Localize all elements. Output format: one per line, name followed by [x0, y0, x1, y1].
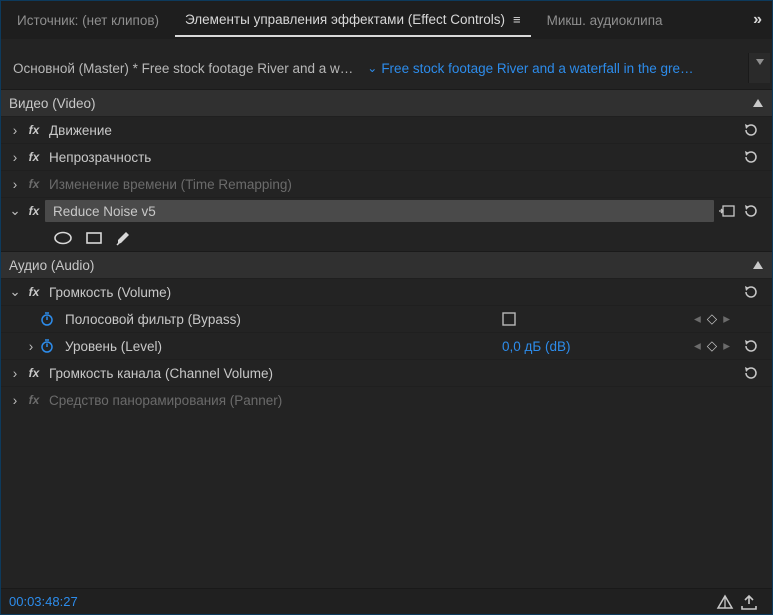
fx-motion[interactable]: › fx Движение [1, 116, 772, 143]
breadcrumb-master[interactable]: Основной (Master) * Free stock footage R… [3, 61, 363, 76]
breadcrumb-clip-label: Free stock footage River and a waterfall… [381, 61, 693, 76]
reset-icon[interactable] [742, 337, 772, 355]
breadcrumb: Основной (Master) * Free stock footage R… [3, 53, 770, 83]
level-value[interactable]: 0,0 дБ (dB) [502, 339, 682, 354]
section-video: Видео (Video) [1, 89, 772, 116]
breadcrumb-clip[interactable]: ⌄ Free stock footage River and a waterfa… [363, 61, 748, 76]
fx-channel-volume-label: Громкость канала (Channel Volume) [45, 366, 742, 381]
timeline-gutter[interactable] [748, 53, 770, 83]
collapse-audio-icon[interactable] [752, 259, 764, 271]
effect-controls-panel: Источник: (нет клипов) Элементы управлен… [0, 0, 773, 615]
fx-toggle-icon[interactable]: fx [23, 393, 45, 407]
next-keyframe-icon[interactable]: ▸ [723, 338, 730, 354]
panel-menu-icon[interactable]: ≡ [513, 12, 521, 27]
reset-icon[interactable] [742, 364, 772, 382]
playhead-icon [749, 53, 771, 81]
param-bypass-label: Полосовой фильтр (Bypass) [61, 312, 502, 327]
chevron-right-icon[interactable]: › [7, 366, 23, 381]
section-audio-label: Аудио (Audio) [9, 258, 752, 273]
param-level-label: Уровень (Level) [61, 339, 502, 354]
fx-toggle-icon[interactable]: fx [23, 150, 45, 164]
reset-icon[interactable] [742, 283, 772, 301]
fx-volume-label: Громкость (Volume) [45, 285, 742, 300]
keyframe-nav: ◂ ◇ ▸ [682, 338, 742, 354]
reset-icon[interactable] [742, 121, 772, 139]
fx-toggle-icon[interactable]: fx [23, 177, 45, 191]
chevron-right-icon[interactable]: › [7, 150, 23, 165]
timecode[interactable]: 00:03:48:27 [9, 594, 716, 609]
stopwatch-icon[interactable] [39, 338, 61, 354]
tab-effect-controls-label: Элементы управления эффектами (Effect Co… [185, 12, 505, 27]
fx-reduce-noise[interactable]: ⌄ fx Reduce Noise v5 [1, 197, 772, 224]
tab-source[interactable]: Источник: (нет клипов) [7, 5, 169, 36]
rectangle-mask-icon[interactable] [85, 231, 103, 245]
pen-mask-icon[interactable] [115, 230, 131, 246]
setup-dialog-icon[interactable] [718, 204, 742, 218]
fx-toggle-icon[interactable]: fx [23, 285, 45, 299]
fx-panner-label: Средство панорамирования (Panner) [45, 393, 742, 408]
bypass-checkbox[interactable] [502, 312, 682, 326]
prev-keyframe-icon[interactable]: ◂ [694, 311, 701, 327]
footer: 00:03:48:27 [1, 588, 772, 614]
export-icon[interactable] [740, 594, 764, 610]
param-bypass[interactable]: Полосовой фильтр (Bypass) ◂ ◇ ▸ [1, 305, 772, 332]
keyframe-nav: ◂ ◇ ▸ [682, 311, 742, 327]
fx-time-remapping-label: Изменение времени (Time Remapping) [45, 177, 742, 192]
fx-opacity-label: Непрозрачность [45, 150, 742, 165]
add-keyframe-icon[interactable]: ◇ [707, 338, 717, 354]
chevron-right-icon[interactable]: › [7, 123, 23, 138]
chevron-down-icon[interactable]: ⌄ [367, 61, 377, 75]
stopwatch-icon[interactable] [39, 311, 61, 327]
ellipse-mask-icon[interactable] [53, 231, 73, 245]
mask-shapes-row [1, 224, 772, 251]
section-video-label: Видео (Video) [9, 96, 752, 111]
fx-motion-label: Движение [45, 123, 742, 138]
section-audio: Аудио (Audio) [1, 251, 772, 278]
fx-toggle-icon[interactable]: fx [23, 366, 45, 380]
empty-area [1, 413, 772, 588]
chevron-right-icon[interactable]: › [7, 393, 23, 408]
next-keyframe-icon[interactable]: ▸ [723, 311, 730, 327]
param-level[interactable]: › Уровень (Level) 0,0 дБ (dB) ◂ ◇ ▸ [1, 332, 772, 359]
fx-opacity[interactable]: › fx Непрозрачность [1, 143, 772, 170]
chevron-down-icon[interactable]: ⌄ [7, 203, 23, 219]
toggle-effects-icon[interactable] [716, 594, 740, 610]
tab-effect-controls[interactable]: Элементы управления эффектами (Effect Co… [175, 4, 531, 37]
reset-icon[interactable] [742, 148, 772, 166]
fx-time-remapping[interactable]: › fx Изменение времени (Time Remapping) [1, 170, 772, 197]
chevron-right-icon[interactable]: › [23, 339, 39, 354]
tabs-overflow-icon[interactable]: » [749, 11, 766, 29]
fx-volume[interactable]: ⌄ fx Громкость (Volume) [1, 278, 772, 305]
fx-channel-volume[interactable]: › fx Громкость канала (Channel Volume) [1, 359, 772, 386]
prev-keyframe-icon[interactable]: ◂ [694, 338, 701, 354]
add-keyframe-icon[interactable]: ◇ [707, 311, 717, 327]
fx-toggle-icon[interactable]: fx [23, 204, 45, 218]
chevron-down-icon[interactable]: ⌄ [7, 284, 23, 300]
panel-tabs: Источник: (нет клипов) Элементы управлен… [1, 1, 772, 39]
reset-icon[interactable] [742, 202, 772, 220]
tab-audio-mixer[interactable]: Микш. аудиоклипа [537, 5, 673, 36]
collapse-video-icon[interactable] [752, 97, 764, 109]
fx-toggle-icon[interactable]: fx [23, 123, 45, 137]
fx-panner[interactable]: › fx Средство панорамирования (Panner) [1, 386, 772, 413]
chevron-right-icon[interactable]: › [7, 177, 23, 192]
fx-reduce-noise-label: Reduce Noise v5 [49, 204, 714, 219]
